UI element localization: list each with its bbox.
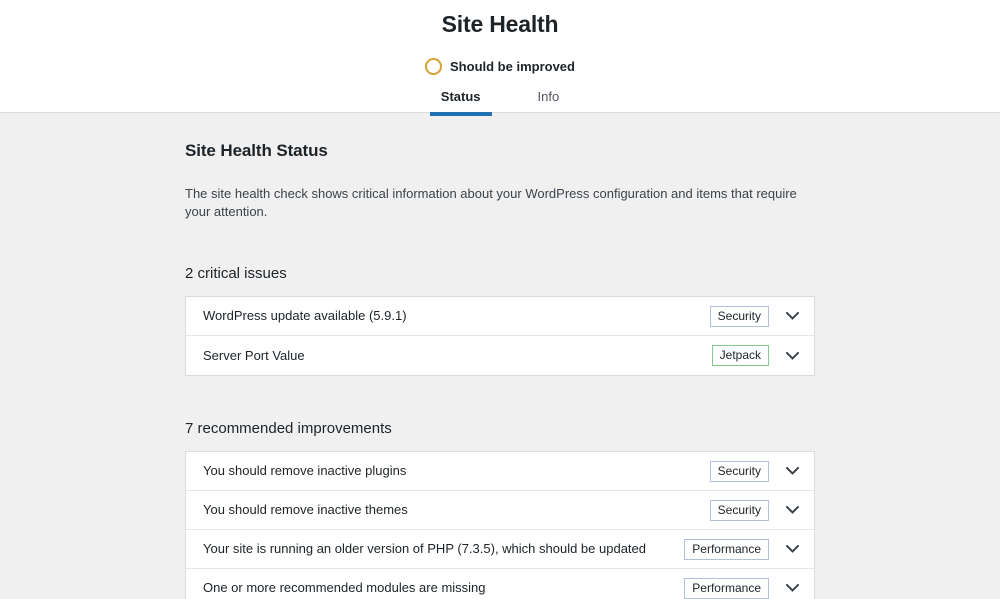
issue-title: You should remove inactive themes (203, 501, 710, 519)
table-row[interactable]: One or more recommended modules are miss… (186, 569, 814, 599)
section-description: The site health check shows critical inf… (185, 185, 815, 221)
page-title: Site Health (0, 0, 1000, 38)
chevron-down-icon[interactable] (783, 307, 802, 326)
issue-title: Your site is running an older version of… (203, 540, 684, 558)
status-badge: Performance (684, 539, 769, 560)
chevron-down-icon[interactable] (783, 501, 802, 520)
chevron-down-icon[interactable] (783, 462, 802, 481)
status-badge: Security (710, 500, 769, 521)
page-header: Site Health Should be improved Status In… (0, 0, 1000, 113)
main-content: Site Health Status The site health check… (185, 113, 815, 599)
tab-bar: Status Info (0, 89, 1000, 116)
issue-title: You should remove inactive plugins (203, 462, 710, 480)
table-row[interactable]: Your site is running an older version of… (186, 530, 814, 569)
chevron-down-icon[interactable] (783, 579, 802, 598)
site-status-indicator: Should be improved (0, 58, 1000, 75)
tab-info[interactable]: Info (533, 89, 565, 116)
site-status-label: Should be improved (450, 58, 575, 75)
circle-outline-icon (425, 58, 442, 75)
tab-status[interactable]: Status (436, 89, 486, 116)
group-heading-critical: 2 critical issues (185, 264, 815, 284)
issue-title: Server Port Value (203, 347, 712, 365)
critical-issues-accordion: WordPress update available (5.9.1) Secur… (185, 296, 815, 376)
recommended-improvements-accordion: You should remove inactive plugins Secur… (185, 451, 815, 599)
status-badge: Jetpack (712, 345, 769, 366)
section-title: Site Health Status (185, 140, 815, 162)
issue-title: One or more recommended modules are miss… (203, 579, 684, 597)
group-heading-recommended: 7 recommended improvements (185, 419, 815, 439)
table-row[interactable]: You should remove inactive plugins Secur… (186, 452, 814, 491)
chevron-down-icon[interactable] (783, 540, 802, 559)
table-row[interactable]: WordPress update available (5.9.1) Secur… (186, 297, 814, 336)
status-badge: Performance (684, 578, 769, 599)
status-badge: Security (710, 306, 769, 327)
issue-title: WordPress update available (5.9.1) (203, 307, 710, 325)
table-row[interactable]: You should remove inactive themes Securi… (186, 491, 814, 530)
status-badge: Security (710, 461, 769, 482)
table-row[interactable]: Server Port Value Jetpack (186, 336, 814, 375)
chevron-down-icon[interactable] (783, 346, 802, 365)
